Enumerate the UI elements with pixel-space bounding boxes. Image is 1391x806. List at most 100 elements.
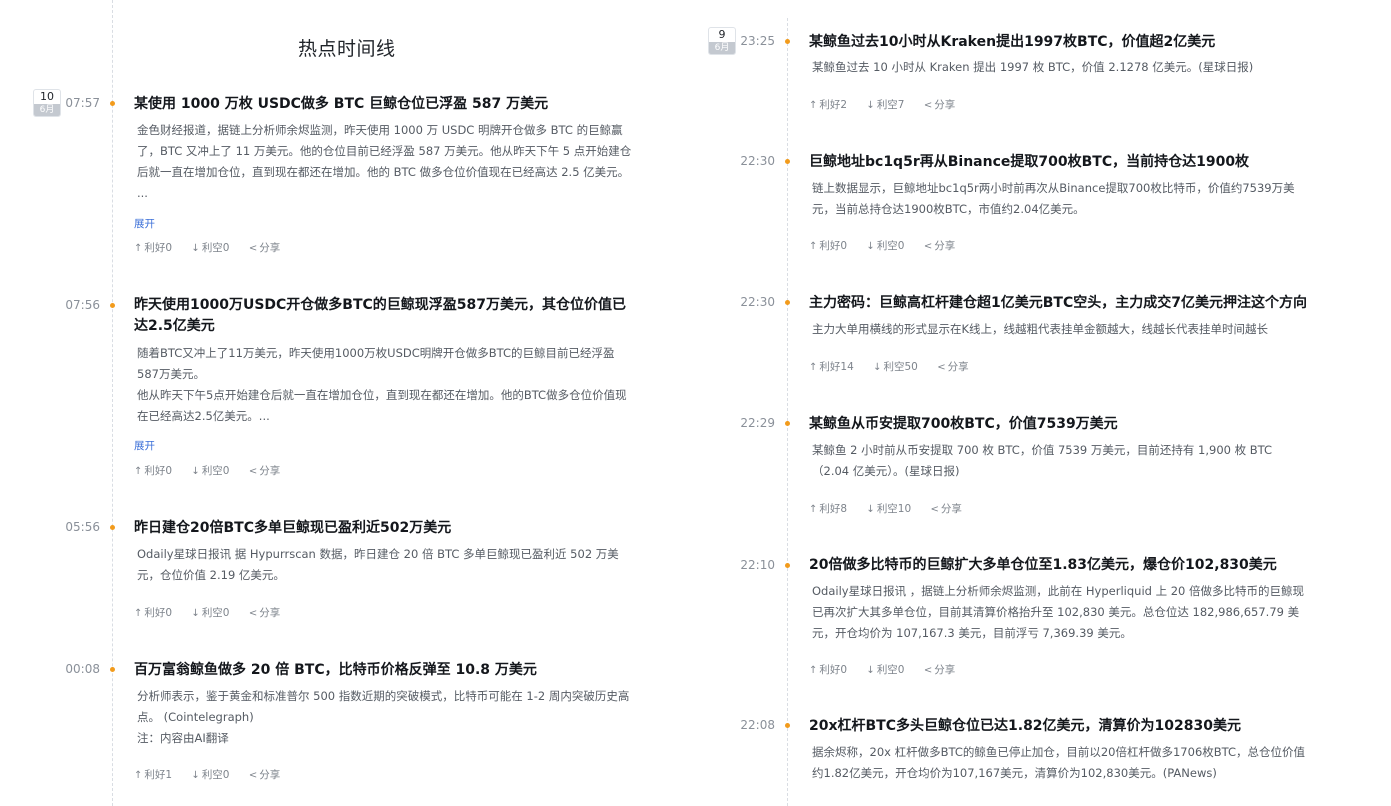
share-button[interactable]: < 分享 bbox=[924, 240, 955, 252]
share-icon: < bbox=[923, 100, 933, 111]
bear-button[interactable]: ↓ 利空0 bbox=[191, 607, 229, 619]
news-time: 05:56 bbox=[65, 520, 100, 534]
bull-count: 利好0 bbox=[819, 664, 848, 676]
news-title[interactable]: 20x杠杆BTC多头巨鲸仓位已达1.82亿美元，清算价为102830美元 bbox=[809, 716, 1319, 737]
news-actions: ↑ 利好8 ↓ 利空10 < 分享 bbox=[809, 501, 978, 516]
bear-count: 利空7 bbox=[876, 99, 905, 111]
share-label: 分享 bbox=[259, 607, 281, 619]
bear-count: 利空0 bbox=[201, 769, 230, 781]
news-time: 22:30 bbox=[740, 295, 775, 309]
news-content: 某鲸鱼 2 小时前从币安提取 700 枚 BTC，价值 7539 万美元，目前还… bbox=[812, 443, 1273, 478]
news-actions: ↑ 利好0 ↓ 利空0 < 分享 bbox=[809, 238, 971, 253]
arrow-down-icon: ↓ bbox=[873, 362, 882, 373]
news-time: 22:30 bbox=[740, 154, 775, 168]
bear-button[interactable]: ↓ 利空0 bbox=[866, 240, 904, 252]
news-title[interactable]: 主力密码：巨鲸高杠杆建仓超1亿美元BTC空头，主力成交7亿美元押注这个方向 bbox=[809, 293, 1369, 314]
bull-button[interactable]: ↑ 利好2 bbox=[809, 99, 847, 111]
arrow-down-icon: ↓ bbox=[191, 243, 200, 254]
news-content: 随着BTC又冲上了11万美元，昨天使用1000万枚USDC明牌开仓做多BTC的巨… bbox=[137, 346, 627, 423]
arrow-up-icon: ↑ bbox=[134, 608, 143, 619]
share-button[interactable]: < 分享 bbox=[249, 607, 280, 619]
news-title[interactable]: 昨天使用1000万USDC开仓做多BTC的巨鲸现浮盈587万美元，其仓位价值已达… bbox=[134, 295, 634, 337]
bear-button[interactable]: ↓ 利空50 bbox=[873, 361, 918, 373]
news-actions: ↑ 利好0 ↓ 利空0 < 分享 bbox=[134, 463, 296, 478]
arrow-down-icon: ↓ bbox=[191, 770, 200, 781]
news-title[interactable]: 某鲸鱼过去10小时从Kraken提出1997枚BTC，价值超2亿美元 bbox=[809, 32, 1319, 53]
bull-button[interactable]: ↑ 利好0 bbox=[134, 607, 172, 619]
share-label: 分享 bbox=[934, 240, 956, 252]
share-button[interactable]: < 分享 bbox=[924, 664, 955, 676]
news-time: 22:29 bbox=[740, 416, 775, 430]
arrow-down-icon: ↓ bbox=[866, 241, 875, 252]
timeline-left-column: 热点时间线 10 6月 07:57 某使用 1000 万枚 USDC做多 BTC… bbox=[0, 0, 660, 806]
arrow-up-icon: ↑ bbox=[809, 241, 818, 252]
bear-count: 利空0 bbox=[201, 607, 230, 619]
share-button[interactable]: < 分享 bbox=[249, 242, 280, 254]
news-actions: ↑ 利好0 ↓ 利空0 < 分享 bbox=[809, 662, 971, 677]
news-time: 00:08 bbox=[65, 662, 100, 676]
share-icon: < bbox=[923, 665, 933, 676]
bear-button[interactable]: ↓ 利空0 bbox=[191, 465, 229, 477]
bear-count: 利空10 bbox=[876, 503, 912, 515]
timeline-dot bbox=[110, 667, 115, 672]
news-time: 07:56 bbox=[65, 298, 100, 312]
bear-count: 利空0 bbox=[876, 240, 905, 252]
share-button[interactable]: < 分享 bbox=[924, 99, 955, 111]
share-icon: < bbox=[930, 504, 939, 515]
bear-button[interactable]: ↓ 利空10 bbox=[866, 503, 911, 515]
bull-count: 利好14 bbox=[819, 361, 854, 373]
news-title[interactable]: 某鲸鱼从币安提取700枚BTC，价值7539万美元 bbox=[809, 414, 1319, 435]
timeline-right-column: 9 6月 23:25 某鲸鱼过去10小时从Kraken提出1997枚BTC，价值… bbox=[690, 0, 1391, 806]
bull-button[interactable]: ↑ 利好0 bbox=[134, 465, 172, 477]
page-title: 热点时间线 bbox=[298, 38, 396, 60]
expand-link[interactable]: 展开 bbox=[134, 216, 155, 231]
bull-button[interactable]: ↑ 利好1 bbox=[134, 769, 172, 781]
bear-button[interactable]: ↓ 利空0 bbox=[191, 769, 229, 781]
share-label: 分享 bbox=[259, 769, 281, 781]
expand-link[interactable]: 展开 bbox=[134, 438, 155, 453]
share-label: 分享 bbox=[934, 99, 956, 111]
news-title[interactable]: 20倍做多比特币的巨鲸扩大多单仓位至1.83亿美元，爆仓价102,830美元 bbox=[809, 555, 1319, 576]
bull-button[interactable]: ↑ 利好8 bbox=[809, 503, 847, 515]
news-content: 分析师表示，鉴于黄金和标准普尔 500 指数近期的突破模式，比特币可能在 1-2… bbox=[137, 689, 630, 745]
share-button[interactable]: < 分享 bbox=[937, 361, 968, 373]
bull-button[interactable]: ↑ 利好14 bbox=[809, 361, 854, 373]
bear-count: 利空50 bbox=[883, 361, 918, 373]
arrow-up-icon: ↑ bbox=[809, 100, 818, 111]
news-content: 金色财经报道，据链上分析师余烬监测，昨天使用 1000 万 USDC 明牌开仓做… bbox=[137, 123, 632, 200]
bear-button[interactable]: ↓ 利空7 bbox=[866, 99, 904, 111]
arrow-up-icon: ↑ bbox=[809, 665, 818, 676]
share-button[interactable]: < 分享 bbox=[931, 503, 962, 515]
bull-button[interactable]: ↑ 利好0 bbox=[134, 242, 172, 254]
arrow-down-icon: ↓ bbox=[191, 466, 200, 477]
arrow-up-icon: ↑ bbox=[809, 362, 818, 373]
share-icon: < bbox=[248, 608, 258, 619]
share-icon: < bbox=[923, 241, 933, 252]
bull-button[interactable]: ↑ 利好0 bbox=[809, 240, 847, 252]
news-content: 据余烬称，20x 杠杆做多BTC的鲸鱼已停止加仓，目前以20倍杠杆做多1706枚… bbox=[812, 745, 1306, 780]
bull-button[interactable]: ↑ 利好0 bbox=[809, 664, 847, 676]
news-time: 07:57 bbox=[65, 96, 100, 110]
share-button[interactable]: < 分享 bbox=[249, 769, 280, 781]
timeline-dot bbox=[785, 159, 790, 164]
news-title[interactable]: 昨日建仓20倍BTC多单巨鲸现已盈利近502万美元 bbox=[134, 518, 634, 539]
news-time: 22:10 bbox=[740, 558, 775, 572]
share-icon: < bbox=[937, 362, 946, 373]
share-label: 分享 bbox=[947, 361, 969, 373]
bear-count: 利空0 bbox=[876, 664, 905, 676]
share-button[interactable]: < 分享 bbox=[249, 465, 280, 477]
news-actions: ↑ 利好0 ↓ 利空0 < 分享 bbox=[134, 605, 296, 620]
bull-count: 利好0 bbox=[144, 465, 173, 477]
news-content: 某鲸鱼过去 10 小时从 Kraken 提出 1997 枚 BTC，价值 2.1… bbox=[812, 60, 1254, 74]
timeline-divider bbox=[112, 0, 113, 806]
news-actions: ↑ 利好14 ↓ 利空50 < 分享 bbox=[809, 359, 985, 374]
bear-count: 利空0 bbox=[201, 242, 230, 254]
bear-button[interactable]: ↓ 利空0 bbox=[191, 242, 229, 254]
timeline-dot bbox=[785, 563, 790, 568]
news-title[interactable]: 百万富翁鲸鱼做多 20 倍 BTC，比特币价格反弹至 10.8 万美元 bbox=[134, 660, 634, 681]
news-title[interactable]: 巨鲸地址bc1q5r再从Binance提取700枚BTC，当前持仓达1900枚 bbox=[809, 152, 1319, 173]
bear-button[interactable]: ↓ 利空0 bbox=[866, 664, 904, 676]
arrow-down-icon: ↓ bbox=[866, 100, 875, 111]
news-title[interactable]: 某使用 1000 万枚 USDC做多 BTC 巨鲸仓位已浮盈 587 万美元 bbox=[134, 94, 634, 115]
timeline-dot bbox=[785, 300, 790, 305]
